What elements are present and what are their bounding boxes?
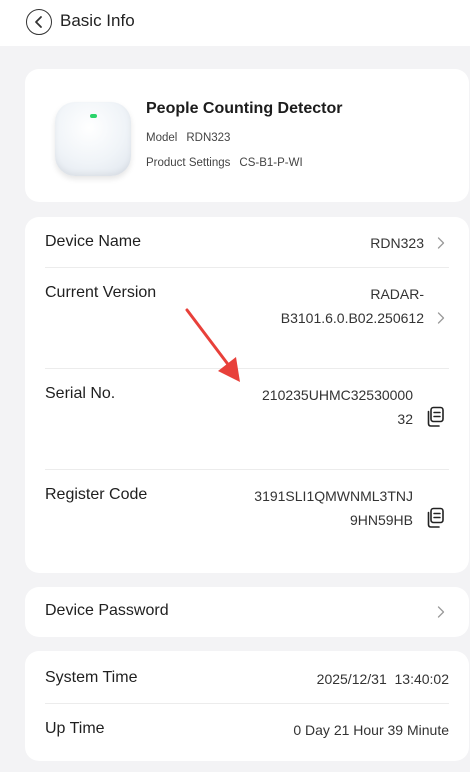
product-card: People Counting Detector Model RDN323 Pro… — [25, 69, 469, 202]
serial-number-label: Serial No. — [45, 385, 116, 402]
serial-number-row: Serial No. 210235UHMC32530000 32 — [25, 369, 469, 469]
copy-icon[interactable] — [425, 406, 445, 428]
current-version-label: Current Version — [45, 284, 157, 301]
model-label: Model — [146, 132, 178, 144]
time-card: System Time 2025/12/31 13:40:02 Up Time … — [25, 651, 469, 761]
serial-number-value-line1: 210235UHMC32530000 — [262, 387, 413, 403]
device-password-row[interactable]: Device Password — [25, 587, 469, 637]
system-time-value: 2025/12/31 13:40:02 — [316, 671, 449, 687]
product-settings-label: Product Settings — [146, 157, 231, 169]
current-version-value-line2: B3101.6.0.B02.250612 — [280, 310, 424, 326]
page-title: Basic Info — [60, 11, 135, 30]
current-version-value-line1: RADAR- — [370, 286, 424, 302]
product-settings-line: Product Settings CS-B1-P-WI — [146, 157, 303, 169]
device-image — [55, 102, 131, 176]
device-name-label: Device Name — [45, 233, 142, 250]
register-code-row: Register Code 3191SLI1QMWNML3TNJ 9HN59HB — [25, 470, 469, 570]
chevron-right-icon — [437, 312, 445, 324]
device-info-card: Device Name RDN323 Current Version RADAR… — [25, 217, 469, 573]
device-led-indicator — [90, 114, 97, 118]
copy-icon[interactable] — [425, 507, 445, 529]
system-time-label: System Time — [45, 669, 138, 686]
divider — [45, 703, 449, 704]
header-bar: Basic Info — [0, 0, 470, 46]
up-time-value: 0 Day 21 Hour 39 Minute — [293, 722, 449, 738]
serial-number-value-line2: 32 — [397, 411, 413, 427]
device-password-label: Device Password — [45, 602, 169, 619]
chevron-left-icon — [35, 16, 42, 28]
register-code-value-line1: 3191SLI1QMWNML3TNJ — [254, 488, 413, 504]
product-settings-value: CS-B1-P-WI — [239, 157, 303, 169]
product-name: People Counting Detector — [146, 100, 343, 117]
model-line: Model RDN323 — [146, 132, 230, 144]
device-name-value: RDN323 — [370, 235, 424, 251]
up-time-label: Up Time — [45, 720, 105, 737]
device-name-row[interactable]: Device Name RDN323 — [25, 217, 469, 267]
register-code-label: Register Code — [45, 486, 148, 503]
chevron-right-icon — [437, 606, 445, 618]
back-button[interactable] — [26, 9, 52, 35]
model-value: RDN323 — [186, 132, 231, 144]
register-code-value-line2: 9HN59HB — [349, 512, 413, 528]
chevron-right-icon — [437, 237, 445, 249]
current-version-row[interactable]: Current Version RADAR- B3101.6.0.B02.250… — [25, 268, 469, 368]
